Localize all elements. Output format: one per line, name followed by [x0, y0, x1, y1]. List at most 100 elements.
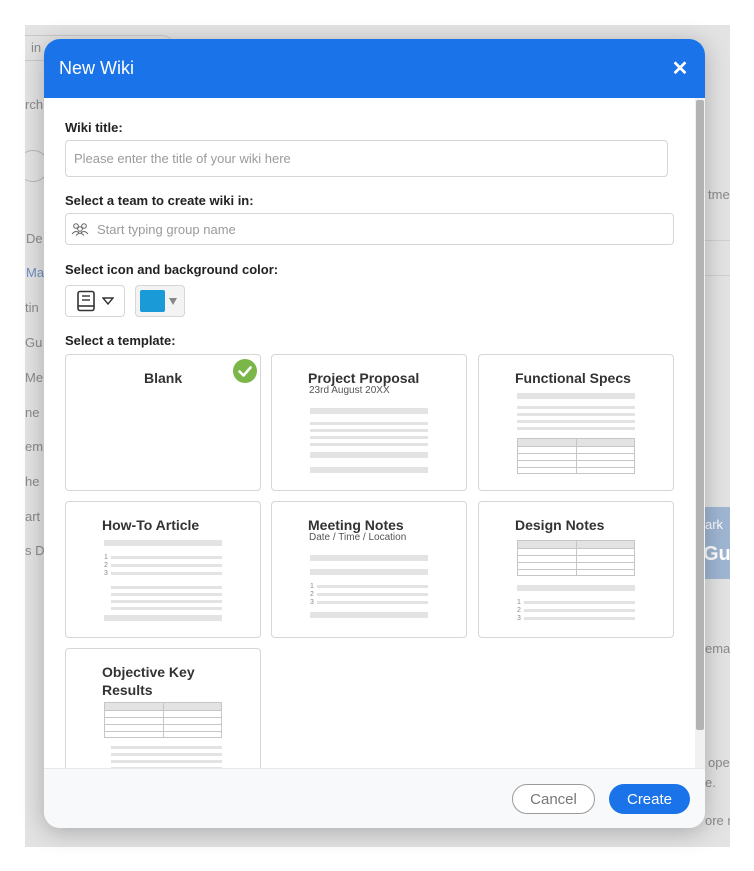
- preview-table: [517, 540, 635, 576]
- background-text: rch: [25, 97, 44, 112]
- preview-line: [111, 753, 222, 756]
- background-text: ore r: [705, 813, 730, 828]
- team-icon: [71, 223, 89, 236]
- preview-line: [310, 555, 428, 561]
- preview-line: [111, 600, 222, 603]
- preview-line: [111, 556, 222, 559]
- dialog-footer: Cancel Create: [44, 768, 705, 828]
- preview-number: 3: [104, 570, 108, 577]
- preview-line: [111, 760, 222, 763]
- preview-line: [104, 540, 222, 546]
- dialog-header: New Wiki ✕: [44, 39, 705, 98]
- preview-number: 3: [310, 599, 314, 606]
- preview-line: [517, 393, 635, 399]
- scrollbar-thumb[interactable]: [696, 100, 704, 730]
- preview-number: 2: [104, 562, 108, 569]
- chevron-down-icon: [102, 297, 114, 305]
- template-card-meeting-notes[interactable]: Meeting Notes Date / Time / Location 1 2…: [271, 501, 467, 638]
- background-text: in: [31, 40, 42, 55]
- template-title: Design Notes: [515, 517, 605, 533]
- preview-number: 1: [104, 554, 108, 561]
- preview-line: [317, 593, 428, 596]
- preview-line: [310, 612, 428, 618]
- preview-line: [111, 572, 222, 575]
- preview-line: [517, 413, 635, 416]
- background-divider: [705, 240, 730, 241]
- color-swatch: [140, 290, 165, 312]
- preview-line: [111, 564, 222, 567]
- preview-line: [111, 586, 222, 589]
- background-text: ope: [708, 755, 730, 770]
- background-text: ema: [705, 641, 730, 656]
- template-subtitle: Date / Time / Location: [309, 532, 407, 543]
- preview-line: [111, 593, 222, 596]
- preview-line: [317, 601, 428, 604]
- cancel-button[interactable]: Cancel: [512, 784, 595, 814]
- preview-line: [310, 436, 428, 439]
- preview-line: [524, 601, 635, 604]
- template-title: How-To Article: [102, 517, 200, 533]
- preview-number: 2: [517, 607, 521, 614]
- template-card-functional-specs[interactable]: Functional Specs: [478, 354, 674, 491]
- dialog-body: Wiki title: Select a team to create wiki…: [44, 98, 695, 768]
- template-card-okr[interactable]: Objective Key Results: [65, 648, 261, 768]
- preview-table: [104, 702, 222, 738]
- dialog-scrollbar[interactable]: [695, 98, 705, 768]
- template-card-blank[interactable]: Blank: [65, 354, 261, 491]
- preview-number: 2: [310, 591, 314, 598]
- caret-down-icon: [169, 297, 177, 305]
- preview-line: [517, 427, 635, 430]
- template-subtitle: 23rd August 20XX: [309, 385, 390, 396]
- preview-line: [517, 406, 635, 409]
- template-card-project-proposal[interactable]: Project Proposal 23rd August 20XX: [271, 354, 467, 491]
- preview-line: [317, 585, 428, 588]
- wiki-title-input[interactable]: [65, 140, 668, 177]
- background-text: Ma: [26, 265, 45, 280]
- background-text: ne: [25, 405, 40, 420]
- preview-line: [310, 443, 428, 446]
- template-title: Functional Specs: [515, 370, 631, 386]
- preview-number: 1: [517, 599, 521, 606]
- preview-line: [310, 429, 428, 432]
- close-icon[interactable]: ✕: [669, 58, 691, 80]
- icon-color-label: Select icon and background color:: [65, 262, 279, 277]
- selected-check-icon: [233, 359, 257, 383]
- background-text: Gu: [25, 335, 43, 350]
- background-divider: [705, 275, 730, 276]
- preview-line: [517, 420, 635, 423]
- background-text: art: [25, 509, 41, 524]
- book-icon: [77, 290, 95, 312]
- preview-line: [310, 408, 428, 414]
- background-text: e.: [705, 775, 716, 790]
- preview-line: [524, 609, 635, 612]
- template-card-design-notes[interactable]: Design Notes 1 2 3: [478, 501, 674, 638]
- template-label: Select a template:: [65, 333, 176, 348]
- preview-line: [111, 746, 222, 749]
- preview-line: [111, 607, 222, 610]
- template-title: Objective Key Results: [102, 664, 195, 698]
- preview-line: [524, 617, 635, 620]
- dialog-title: New Wiki: [59, 58, 134, 78]
- team-label: Select a team to create wiki in:: [65, 193, 254, 208]
- icon-picker-dropdown[interactable]: [65, 285, 125, 317]
- preview-line: [104, 615, 222, 621]
- preview-table: [517, 438, 635, 474]
- preview-line: [310, 452, 428, 458]
- background-text: Me: [25, 370, 44, 385]
- background-text: De: [26, 231, 43, 246]
- preview-line: [310, 569, 428, 575]
- template-card-how-to-article[interactable]: How-To Article 1 2 3: [65, 501, 261, 638]
- preview-line: [517, 585, 635, 591]
- color-picker-dropdown[interactable]: [135, 285, 185, 317]
- preview-line: [310, 467, 428, 473]
- background-text: tin: [25, 300, 39, 315]
- background-text: s D: [25, 543, 45, 558]
- wiki-title-label: Wiki title:: [65, 120, 123, 135]
- preview-number: 1: [310, 583, 314, 590]
- new-wiki-dialog: New Wiki ✕ Wiki title: Select a team to …: [44, 39, 705, 828]
- background-text: he: [25, 474, 40, 489]
- background-text: ark: [705, 517, 724, 532]
- team-search-input[interactable]: [65, 213, 674, 245]
- background-text: Gu: [703, 543, 730, 565]
- create-button[interactable]: Create: [609, 784, 690, 814]
